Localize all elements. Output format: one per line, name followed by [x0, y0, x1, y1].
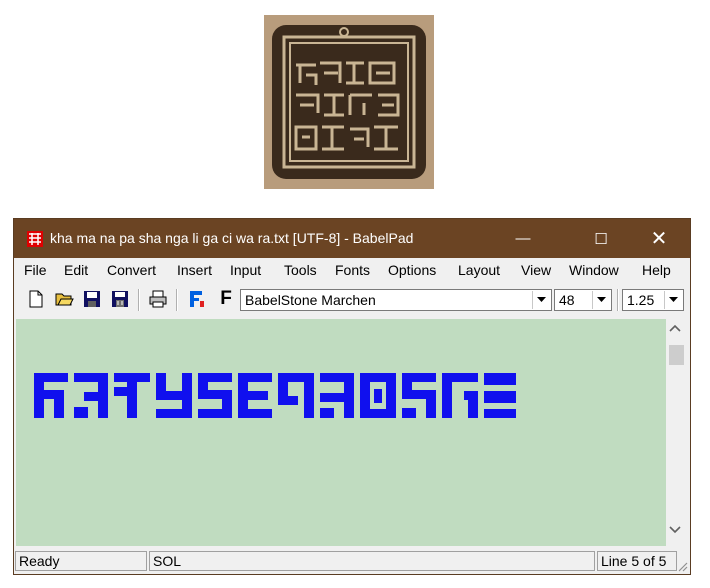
scrollbar-thumb[interactable] — [669, 345, 684, 365]
font-name-value: BabelStone Marchen — [245, 292, 376, 308]
menu-file[interactable]: File — [24, 262, 47, 278]
menu-tools[interactable]: Tools — [284, 262, 317, 278]
menu-edit[interactable]: Edit — [64, 262, 88, 278]
line-spacing-select[interactable]: 1.25 — [622, 289, 684, 311]
toolbar-separator — [617, 289, 619, 311]
font-size-select[interactable]: 48 — [554, 289, 612, 311]
chevron-down-icon[interactable] — [532, 291, 550, 309]
marchen-script-text — [34, 373, 516, 418]
menu-fonts[interactable]: Fonts — [335, 262, 370, 278]
seal-image — [264, 15, 434, 189]
babelpad-window: kha ma na pa sha nga li ga ci wa ra.txt … — [13, 218, 691, 575]
scroll-up-icon[interactable] — [669, 323, 681, 333]
maximize-button[interactable]: ☐ — [578, 219, 624, 258]
title-bar[interactable]: kha ma na pa sha nga li ga ci wa ra.txt … — [14, 219, 690, 258]
print-icon[interactable] — [148, 289, 168, 309]
menu-convert[interactable]: Convert — [107, 262, 156, 278]
app-icon — [27, 231, 43, 247]
vertical-scrollbar[interactable] — [666, 319, 688, 546]
status-ready: Ready — [15, 551, 147, 571]
font-bold-icon[interactable]: F — [216, 289, 236, 309]
menu-insert[interactable]: Insert — [177, 262, 212, 278]
open-folder-icon[interactable] — [54, 289, 74, 309]
font-name-select[interactable]: BabelStone Marchen — [240, 289, 552, 311]
menu-help[interactable]: Help — [642, 262, 671, 278]
save-all-icon[interactable] — [110, 289, 130, 309]
status-bar: Ready SOL Line 5 of 5 — [14, 548, 690, 574]
window-title: kha ma na pa sha nga li ga ci wa ra.txt … — [50, 230, 414, 246]
menu-options[interactable]: Options — [388, 262, 436, 278]
toolbar-separator — [138, 289, 140, 311]
toolbar: F BabelStone Marchen 48 1.25 — [14, 283, 690, 317]
new-file-icon[interactable] — [26, 289, 46, 309]
chevron-down-icon[interactable] — [664, 291, 682, 309]
menu-layout[interactable]: Layout — [458, 262, 500, 278]
close-button[interactable]: ✕ — [636, 219, 682, 258]
editor-area[interactable] — [16, 319, 666, 546]
save-icon[interactable] — [82, 289, 102, 309]
menu-input[interactable]: Input — [230, 262, 261, 278]
toolbar-separator — [176, 289, 178, 311]
minimize-button[interactable]: — — [500, 219, 546, 258]
resize-grip-icon[interactable] — [676, 560, 688, 572]
menu-bar: File Edit Convert Insert Input Tools Fon… — [14, 259, 690, 281]
font-size-value: 48 — [559, 292, 575, 308]
chevron-down-icon[interactable] — [592, 291, 610, 309]
menu-window[interactable]: Window — [569, 262, 619, 278]
menu-view[interactable]: View — [521, 262, 551, 278]
line-spacing-value: 1.25 — [627, 292, 655, 308]
status-line: Line 5 of 5 — [597, 551, 677, 571]
status-position: SOL — [149, 551, 595, 571]
font-color-icon[interactable] — [186, 289, 206, 309]
scroll-down-icon[interactable] — [669, 525, 681, 535]
